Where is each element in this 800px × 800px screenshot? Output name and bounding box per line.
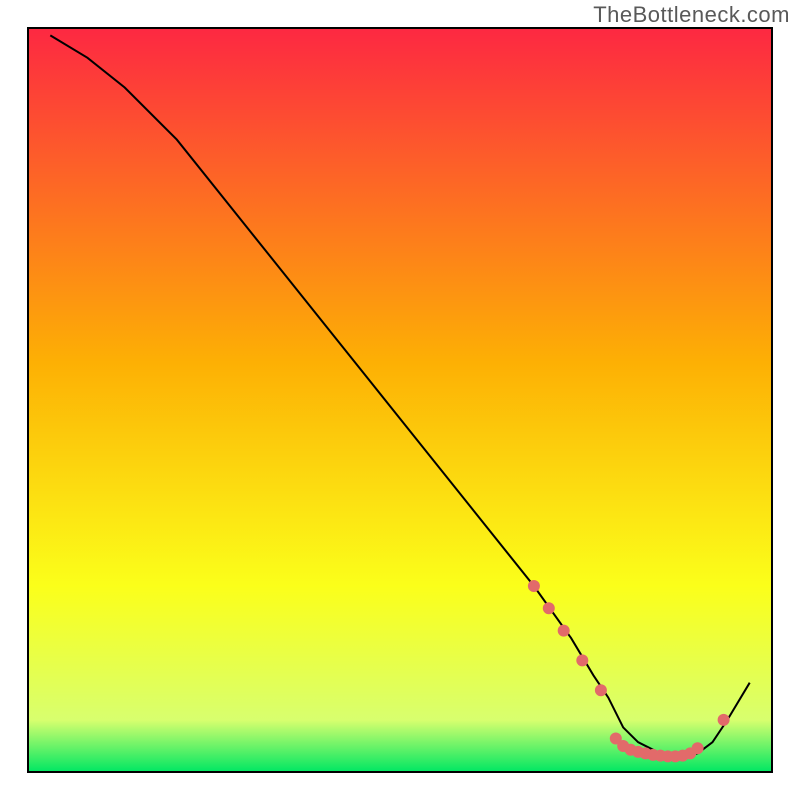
- highlight-dot: [692, 742, 704, 754]
- highlight-dot: [718, 714, 730, 726]
- chart-stage: TheBottleneck.com: [0, 0, 800, 800]
- highlight-dot: [595, 684, 607, 696]
- gradient-background: [28, 28, 772, 772]
- highlight-dot: [558, 625, 570, 637]
- highlight-dot: [528, 580, 540, 592]
- highlight-dot: [543, 602, 555, 614]
- bottleneck-chart-svg: [0, 0, 800, 800]
- highlight-dot: [576, 654, 588, 666]
